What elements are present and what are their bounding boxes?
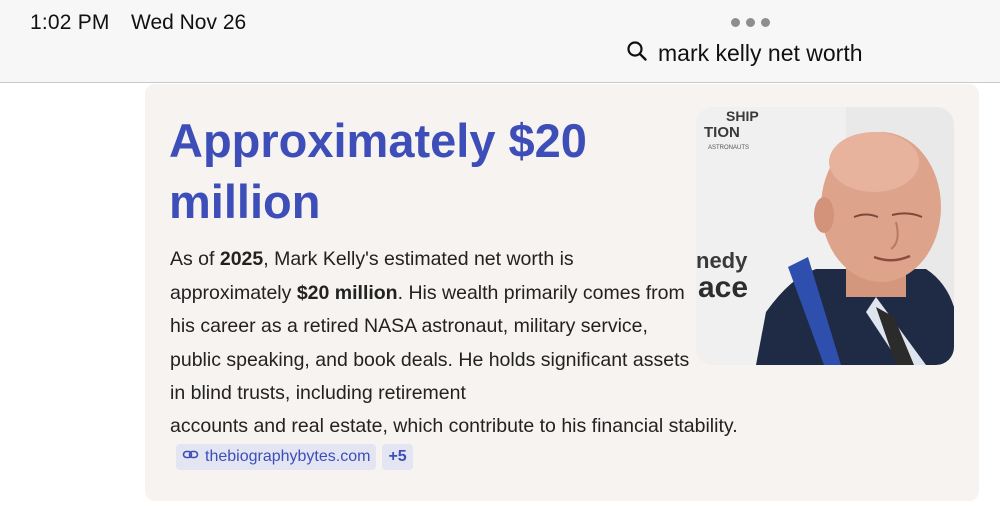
backdrop-text-tion: TION xyxy=(704,124,740,141)
answer-body: As of 2025, Mark Kelly's estimated net w… xyxy=(170,243,690,411)
mark-kelly-photo[interactable]: SHIP TION ASTRONAUTS nedy ace xyxy=(696,107,954,365)
dot xyxy=(761,18,770,27)
dot xyxy=(731,18,740,27)
dot xyxy=(746,18,755,27)
body-year: 2025 xyxy=(219,248,264,270)
top-bar: 1:02 PM Wed Nov 26 mark kelly net worth xyxy=(0,0,1000,83)
search-query-text: mark kelly net worth xyxy=(658,40,863,66)
search-icon xyxy=(626,40,648,67)
backdrop-text-astronauts: ASTRONAUTS xyxy=(708,145,749,151)
source-label: thebiographybytes.com xyxy=(205,448,371,465)
multitasking-dots[interactable] xyxy=(731,18,770,27)
status-time: 1:02 PM xyxy=(30,11,110,34)
link-icon xyxy=(182,446,199,468)
backdrop-text-nedy: nedy xyxy=(696,248,748,273)
body-amount: $20 million xyxy=(296,281,398,304)
search-query[interactable]: mark kelly net worth xyxy=(626,40,863,67)
more-sources-button[interactable]: +5 xyxy=(382,444,413,470)
body-text-1: As of xyxy=(170,248,220,270)
answer-title: Approximately $20 million xyxy=(169,114,587,228)
status-date: Wed Nov 26 xyxy=(131,11,247,34)
answer-body-last-line: accounts and real estate, which contribu… xyxy=(170,415,738,437)
backdrop-text-ace: ace xyxy=(698,271,748,304)
backdrop-text-ship: SHIP xyxy=(726,108,759,124)
source-row: thebiographybytes.com +5 xyxy=(176,444,413,470)
source-link[interactable]: thebiographybytes.com xyxy=(176,444,377,470)
